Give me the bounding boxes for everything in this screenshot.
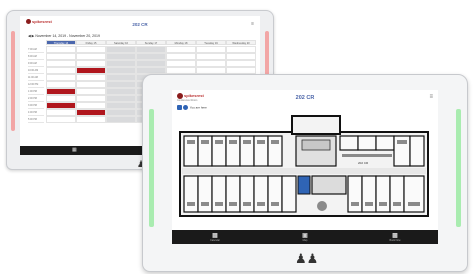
calendar-slot[interactable] xyxy=(106,95,136,102)
calendar-slot[interactable] xyxy=(136,60,166,67)
calendar-slot[interactable] xyxy=(226,46,256,53)
time-label: 7:00 AM xyxy=(28,46,44,53)
calendar-slot[interactable] xyxy=(226,60,256,67)
time-label: 2:00 PM xyxy=(28,95,44,102)
status-led-right xyxy=(456,109,461,227)
time-label: 4:00 PM xyxy=(28,109,44,116)
calendar-slot[interactable] xyxy=(46,46,76,53)
time-label: 11:00 AM xyxy=(28,74,44,81)
day-header[interactable]: Thursday 14 xyxy=(46,40,76,45)
time-label: 9:00 AM xyxy=(28,60,44,67)
day-header[interactable]: Wednesday 20 xyxy=(226,40,256,45)
hamburger-icon[interactable]: ≡ xyxy=(429,94,433,100)
time-label: 3:00 PM xyxy=(28,102,44,109)
calendar-slot[interactable] xyxy=(106,88,136,95)
status-led-left xyxy=(149,109,154,227)
booked-slot[interactable] xyxy=(76,67,106,74)
calendar-slot[interactable] xyxy=(196,60,226,67)
calendar-slot[interactable] xyxy=(196,46,226,53)
day-header[interactable]: Tuesday 19 xyxy=(196,40,226,45)
map-nav-button[interactable]: ▣ Map xyxy=(290,232,320,242)
calendar-slot[interactable] xyxy=(46,60,76,67)
calendar-slot[interactable] xyxy=(46,53,76,60)
time-label: 12:00 PM xyxy=(28,81,44,88)
calendar-slot[interactable] xyxy=(166,53,196,60)
calendar-slot[interactable] xyxy=(106,60,136,67)
calendar-slot[interactable] xyxy=(196,53,226,60)
calendar-slot[interactable] xyxy=(136,46,166,53)
front-tablet: spikesrest Conference Room 202 CR ≡ You a… xyxy=(142,74,468,272)
calendar-slot[interactable] xyxy=(136,53,166,60)
calendar-slot[interactable] xyxy=(76,53,106,60)
time-label: 10:00 AM xyxy=(28,67,44,74)
calendar-slot[interactable] xyxy=(46,109,76,116)
time-label: 8:00 AM xyxy=(28,53,44,60)
bottom-nav-bar: ▦ Calendar ▣ Map ▩ Book Now xyxy=(172,230,438,244)
room-title: 202 CR xyxy=(132,22,148,27)
calendar-slot[interactable] xyxy=(106,67,136,74)
calendar-slot[interactable] xyxy=(76,116,106,123)
calendar-slot[interactable] xyxy=(136,67,166,74)
calendar-slot[interactable] xyxy=(76,81,106,88)
calendar-slot[interactable] xyxy=(106,53,136,60)
day-header[interactable]: Monday 18 xyxy=(166,40,196,45)
booked-slot[interactable] xyxy=(76,109,106,116)
calendar-slot[interactable] xyxy=(76,74,106,81)
time-label: 1:00 PM xyxy=(28,88,44,95)
calendar-slot[interactable] xyxy=(76,46,106,53)
calendar-nav-button[interactable]: ▦ Calendar xyxy=(200,232,230,242)
calendar-slot[interactable] xyxy=(226,67,256,74)
calendar-slot[interactable] xyxy=(106,74,136,81)
calendar-slot[interactable] xyxy=(106,81,136,88)
front-screen: spikesrest Conference Room 202 CR ≡ You a… xyxy=(172,90,438,230)
calendar-slot[interactable] xyxy=(106,109,136,116)
calendar-slot[interactable] xyxy=(76,95,106,102)
status-led-left xyxy=(11,31,15,131)
room-label: 202 CR xyxy=(358,161,369,165)
calendar-slot[interactable] xyxy=(76,102,106,109)
calendar-slot[interactable] xyxy=(46,116,76,123)
room-title: 202 CR xyxy=(295,95,315,101)
calendar-slot[interactable] xyxy=(226,53,256,60)
calendar-slot[interactable] xyxy=(166,67,196,74)
booked-slot[interactable] xyxy=(46,102,76,109)
calendar-slot[interactable] xyxy=(76,88,106,95)
time-label: 5:00 PM xyxy=(28,116,44,123)
floor-plan-map[interactable]: 202 CR xyxy=(172,110,438,222)
calendar-slot[interactable] xyxy=(106,102,136,109)
calendar-slot[interactable] xyxy=(46,74,76,81)
hamburger-icon[interactable]: ≡ xyxy=(251,21,254,27)
calendar-slot[interactable] xyxy=(166,60,196,67)
calendar-slot[interactable] xyxy=(46,81,76,88)
calendar-slot[interactable] xyxy=(166,46,196,53)
calendar-icon[interactable]: ▦ xyxy=(72,147,77,153)
day-header[interactable]: Friday 15 xyxy=(76,40,106,45)
booked-slot[interactable] xyxy=(46,88,76,95)
day-header[interactable]: Saturday 16 xyxy=(106,40,136,45)
calendar-slot[interactable] xyxy=(106,116,136,123)
day-header[interactable]: Sunday 17 xyxy=(136,40,166,45)
date-range: ◀ ▶ November 14, 2019 - November 20, 201… xyxy=(28,34,100,38)
calendar-slot[interactable] xyxy=(76,60,106,67)
calendar-slot[interactable] xyxy=(46,67,76,74)
calendar-slot[interactable] xyxy=(196,67,226,74)
calendar-slot[interactable] xyxy=(46,95,76,102)
meeting-logo-icon: ♟♟ xyxy=(295,251,319,266)
book-nav-button[interactable]: ▩ Book Now xyxy=(380,232,410,242)
calendar-slot[interactable] xyxy=(106,46,136,53)
